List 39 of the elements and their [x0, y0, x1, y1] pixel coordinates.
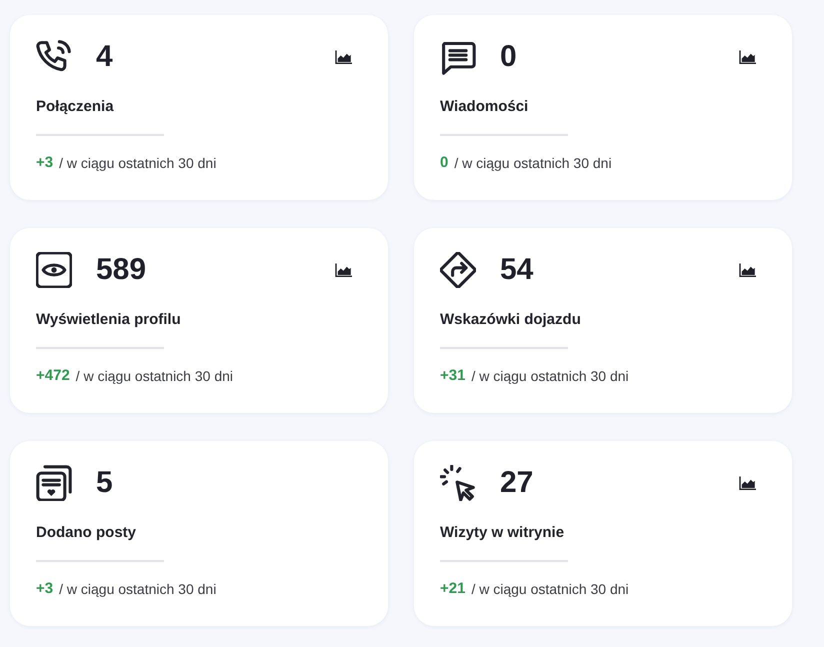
stat-value: 0	[500, 39, 517, 75]
period-label: / w ciągu ostatnich 30 dni	[454, 154, 612, 173]
period-label: / w ciągu ostatnich 30 dni	[59, 154, 216, 173]
message-icon	[440, 39, 476, 75]
directions-sign-icon	[440, 252, 476, 288]
period-label: / w ciągu ostatnich 30 dni	[59, 580, 216, 599]
stat-title: Wizyty w witrynie	[440, 523, 564, 543]
change-value: +3	[36, 579, 54, 599]
change-value: +31	[440, 366, 466, 386]
change-value: 0	[440, 153, 448, 173]
period-label: / w ciągu ostatnich 30 dni	[76, 367, 234, 386]
period-label: / w ciągu ostatnich 30 dni	[471, 367, 629, 386]
stat-value: 27	[500, 465, 534, 501]
stat-title: Wskazówki dojazdu	[440, 310, 581, 330]
stat-title: Dodano posty	[36, 523, 136, 543]
area-chart-icon	[739, 476, 756, 490]
area-chart-icon	[739, 263, 756, 277]
chart-button[interactable]	[739, 50, 756, 64]
stat-value: 4	[96, 39, 113, 75]
eye-icon	[36, 252, 72, 288]
stat-title: Wiadomości	[440, 97, 528, 117]
posts-stack-icon	[36, 465, 72, 501]
change-value: +3	[36, 153, 54, 173]
chart-button[interactable]	[739, 263, 756, 277]
stat-title: Połączenia	[36, 97, 114, 117]
cursor-click-icon	[440, 465, 476, 501]
area-chart-icon	[739, 50, 756, 64]
change-value: +472	[36, 366, 70, 386]
period-label: / w ciągu ostatnich 30 dni	[471, 580, 629, 599]
area-chart-icon	[335, 263, 352, 277]
area-chart-icon	[335, 50, 352, 64]
stat-value: 5	[96, 465, 113, 501]
stat-value: 54	[500, 252, 534, 288]
stat-value: 589	[96, 252, 146, 288]
change-value: +21	[440, 579, 466, 599]
stat-title: Wyświetlenia profilu	[36, 310, 181, 330]
chart-button[interactable]	[739, 476, 756, 490]
chart-button[interactable]	[335, 263, 352, 277]
chart-button[interactable]	[335, 50, 352, 64]
